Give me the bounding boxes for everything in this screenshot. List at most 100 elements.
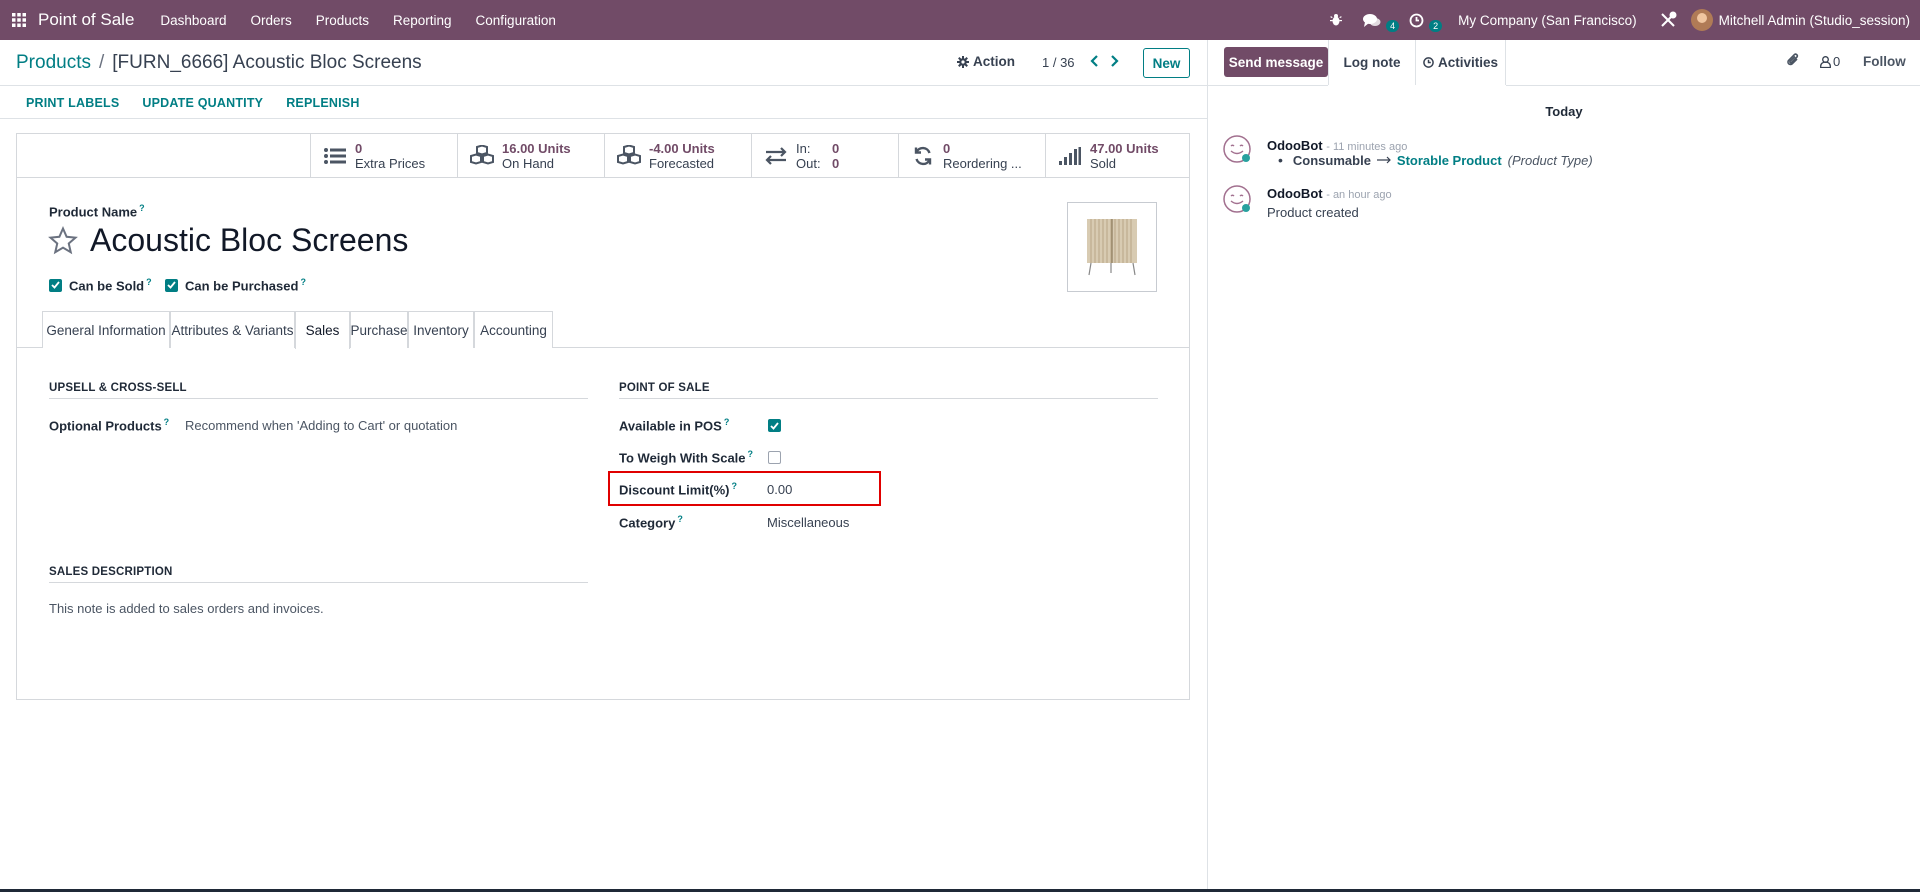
forecasted-label: Forecasted [649, 156, 715, 171]
activities-clock-icon[interactable]: 2 [1399, 13, 1443, 32]
breadcrumb-current-record: [FURN_6666] Acoustic Bloc Screens [112, 51, 422, 73]
signal-icon [1050, 147, 1090, 165]
reordering-label: Reordering ... [943, 156, 1022, 171]
menu-orders[interactable]: Orders [238, 13, 303, 28]
form-header-buttons: PRINT LABELS UPDATE QUANTITY REPLENISH [0, 87, 1207, 119]
out-value: 0 [832, 156, 840, 171]
sold-label: Sold [1090, 156, 1117, 171]
message-body: Product created [1267, 205, 1359, 220]
form-sheet: 0 Extra Prices 16.00 Units On Hand -4.00… [16, 133, 1190, 700]
in-out-button[interactable]: In: 0 Out: 0 [751, 134, 898, 178]
paperclip-icon[interactable] [1786, 52, 1800, 71]
menu-reporting[interactable]: Reporting [381, 13, 464, 28]
message-author: OdooBot - an hour ago [1267, 186, 1392, 201]
on-hand-button[interactable]: 16.00 Units On Hand [457, 134, 604, 178]
messages-icon[interactable]: 4 [1353, 13, 1400, 32]
tracking-new-value: Storable Product [1396, 152, 1502, 168]
app-name[interactable]: Point of Sale [38, 10, 134, 30]
extra-prices-button[interactable]: 0 Extra Prices [310, 134, 457, 178]
activities-count-badge: 2 [1429, 19, 1443, 32]
chatter-divider [1506, 85, 1920, 86]
update-quantity-button[interactable]: UPDATE QUANTITY [142, 96, 263, 110]
tracking-field-name: (Product Type) [1507, 152, 1593, 168]
forecasted-value: -4.00 Units [649, 141, 715, 156]
can-be-purchased-label: Can be Purchased? [185, 277, 306, 294]
tab-purchase[interactable]: Purchase [350, 311, 408, 348]
tab-general-information[interactable]: General Information [42, 311, 170, 348]
can-be-purchased-checkbox-row: Can be Purchased? [165, 277, 306, 293]
can-be-sold-label: Can be Sold? [69, 277, 152, 294]
optional-products-label: Optional Products? [49, 417, 170, 434]
tracking-old-value: Consumable [1292, 152, 1371, 168]
discount-limit-input[interactable]: 0.00 [767, 482, 792, 497]
log-note-button[interactable]: Log note [1328, 40, 1416, 85]
sales-description-input[interactable]: This note is added to sales orders and i… [49, 601, 324, 616]
available-in-pos-checkbox[interactable] [768, 419, 781, 432]
print-labels-button[interactable]: PRINT LABELS [26, 96, 119, 110]
followers-count: 0 [1833, 54, 1841, 69]
followers-button[interactable]: 0 [1820, 54, 1840, 69]
chatter-panel: Send message Log note Activities 0 Follo… [1207, 40, 1920, 892]
can-be-purchased-checkbox[interactable] [165, 278, 178, 292]
list-icon [315, 147, 355, 165]
in-value: 0 [832, 141, 840, 156]
action-label: Action [973, 54, 1015, 69]
user-menu[interactable]: Mitchell Admin (Studio_session) [1719, 13, 1910, 28]
tracking-value-change: • Consumable Storable Product (Product T… [1278, 152, 1593, 168]
debug-bug-icon[interactable] [1319, 13, 1353, 27]
favorite-star-icon[interactable] [48, 226, 78, 256]
tab-attributes-variants[interactable]: Attributes & Variants [170, 311, 295, 348]
product-image[interactable] [1067, 202, 1157, 292]
activities-button[interactable]: Activities [1416, 40, 1506, 85]
menu-configuration[interactable]: Configuration [464, 13, 568, 28]
cubes-icon [462, 145, 502, 167]
category-select[interactable]: Miscellaneous [767, 515, 849, 530]
extra-prices-value: 0 [355, 141, 363, 156]
send-message-button[interactable]: Send message [1224, 47, 1328, 77]
action-button[interactable]: Action [957, 54, 1015, 69]
product-name-field[interactable]: Acoustic Bloc Screens [90, 222, 408, 259]
studio-tools-icon[interactable] [1649, 11, 1687, 29]
company-switcher[interactable]: My Company (San Francisco) [1458, 13, 1637, 28]
to-weigh-with-scale-label: To Weigh With Scale? [619, 449, 754, 466]
help-tooltip-icon[interactable]: ? [139, 203, 145, 213]
odoobot-avatar-icon [1223, 135, 1251, 163]
acoustic-screen-image [1087, 219, 1137, 276]
can-be-sold-checkbox-row: Can be Sold? [49, 277, 152, 293]
pager-value[interactable]: 1 / 36 [1042, 55, 1075, 70]
on-hand-value: 16.00 Units [502, 141, 571, 156]
user-icon [1820, 55, 1831, 68]
menu-dashboard[interactable]: Dashboard [148, 13, 238, 28]
replenish-button[interactable]: REPLENISH [286, 96, 359, 110]
can-be-sold-checkbox[interactable] [49, 278, 62, 292]
to-weigh-with-scale-checkbox[interactable] [768, 451, 781, 464]
sold-button[interactable]: 47.00 Units Sold [1045, 134, 1189, 178]
control-panel: Products / [FURN_6666] Acoustic Bloc Scr… [0, 40, 1207, 86]
tab-inventory[interactable]: Inventory [408, 311, 474, 348]
optional-products-input[interactable]: Recommend when 'Adding to Cart' or quota… [185, 418, 457, 433]
tab-sales[interactable]: Sales [295, 311, 350, 349]
new-button[interactable]: New [1143, 48, 1190, 78]
message-author: OdooBot - 11 minutes ago [1267, 138, 1408, 153]
out-label: Out: [796, 156, 821, 171]
reordering-button[interactable]: 0 Reordering ... [898, 134, 1045, 178]
upsell-section-title: UPSELL & CROSS-SELL [49, 382, 588, 399]
tab-accounting[interactable]: Accounting [474, 311, 553, 348]
activities-label: Activities [1437, 55, 1499, 70]
notebook-tabs: General Information Attributes & Variant… [17, 311, 1189, 349]
reordering-value: 0 [943, 141, 951, 156]
forecasted-button[interactable]: -4.00 Units Forecasted [604, 134, 751, 178]
discount-limit-label: Discount Limit(%)? [619, 481, 737, 498]
menu-products[interactable]: Products [304, 13, 381, 28]
pager-previous-icon[interactable] [1085, 52, 1103, 70]
user-avatar[interactable] [1690, 9, 1713, 31]
breadcrumb-separator: / [98, 51, 105, 73]
follow-button[interactable]: Follow [1863, 54, 1906, 69]
on-hand-label: On Hand [502, 156, 555, 171]
breadcrumb-products-link[interactable]: Products [16, 52, 91, 74]
apps-menu-icon[interactable] [0, 0, 38, 40]
messages-count-badge: 4 [1386, 19, 1400, 32]
pager-next-icon[interactable] [1105, 52, 1123, 70]
extra-prices-label: Extra Prices [355, 156, 426, 171]
cubes-icon [609, 145, 649, 167]
